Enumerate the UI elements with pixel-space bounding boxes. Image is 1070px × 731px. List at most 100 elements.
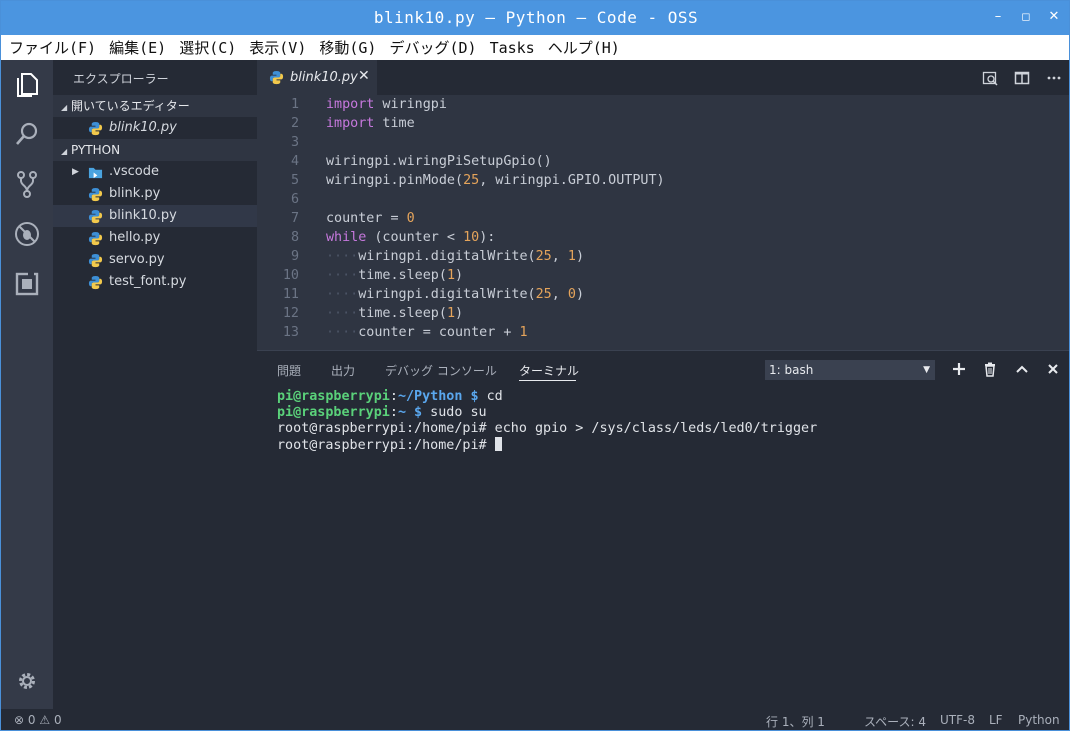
vscode-window: blink10.py — Python — Code - OSS – ◻ ✕ フ… [0,0,1070,731]
minimize-button[interactable]: – [988,7,1008,27]
menu-debug[interactable]: デバッグ(D) [389,37,476,58]
tree-item-file[interactable]: hello.py [53,227,257,249]
chevron-down-icon: ◢ [61,147,68,156]
bottom-panel: 問題 出力 デバッグ コンソール ターミナル 1: bash ▼ pi@rasp… [257,350,1069,709]
explorer-sidebar: エクスプローラー ◢ 開いているエディター blink10.py ◢ PYTHON … [53,60,257,709]
close-window-button[interactable]: ✕ [1044,7,1064,27]
terminal-output[interactable]: pi@raspberrypi:~/Python $ cd pi@raspberr… [277,389,817,453]
python-file-icon [88,253,103,268]
active-tab-indicator [519,380,576,381]
menu-selection[interactable]: 選択(C) [179,37,236,58]
code-line: wiringpi.pinMode(25, wiringpi.GPIO.OUTPU… [326,173,665,188]
code-line: ····time.sleep(1) [326,268,464,283]
tab-label: blink10.py [290,70,358,85]
terminal-line: pi@raspberrypi:~/Python $ cd [277,389,503,404]
error-icon: ⊗ [14,713,25,727]
tree-item-vscode-folder[interactable]: ▶ .vscode [53,161,257,183]
tree-item-file-selected[interactable]: blink10.py [53,205,257,227]
tree-item-file[interactable]: blink.py [53,183,257,205]
menu-go[interactable]: 移動(G) [319,37,376,58]
open-editor-item[interactable]: blink10.py [53,117,257,139]
code-line: import wiringpi [326,97,447,112]
chevron-right-icon: ▶ [72,167,79,177]
split-editor-icon[interactable] [1014,70,1030,86]
window-title: blink10.py — Python — Code - OSS [373,8,699,27]
terminal-line: pi@raspberrypi:~ $ sudo su [277,405,487,420]
open-changes-icon[interactable] [982,70,998,86]
settings-gear-icon[interactable] [15,669,39,693]
warning-icon: ⚠ [39,713,51,727]
open-editors-section[interactable]: ◢ 開いているエディター [53,95,257,117]
more-actions-icon[interactable] [1046,70,1062,86]
line-number: 6 [290,192,299,207]
menu-file[interactable]: ファイル(F) [9,37,96,58]
python-folder-section[interactable]: ◢ PYTHON [53,139,257,161]
line-number: 2 [290,116,299,131]
code-line: import time [326,116,415,131]
code-line: wiringpi.wiringPiSetupGpio() [326,154,552,169]
close-panel-icon[interactable] [1045,361,1061,377]
code-line: counter = 0 [326,211,415,226]
close-tab-icon[interactable]: ✕ [358,68,370,84]
trash-icon[interactable] [982,361,998,377]
line-number: 8 [290,230,299,245]
code-editor[interactable]: 1 2 3 4 5 6 7 8 9 10 11 12 13 import wir… [257,95,1069,350]
maximize-button[interactable]: ◻ [1016,7,1036,27]
tab-terminal[interactable]: ターミナル [519,362,579,379]
terminal-line: root@raspberrypi:/home/pi# [277,437,817,453]
title-bar: blink10.py — Python — Code - OSS – ◻ ✕ [1,1,1069,35]
code-line: ····wiringpi.digitalWrite(25, 1) [326,249,584,264]
indentation-status[interactable]: スペース: 4 [864,713,926,730]
eol-status[interactable]: LF [989,713,1003,727]
code-line: ····wiringpi.digitalWrite(25, 0) [326,287,584,302]
problems-status[interactable]: ⊗ 0 ⚠ 0 [14,713,62,727]
terminal-cursor [494,437,502,451]
tab-debug-console[interactable]: デバッグ コンソール [385,362,497,379]
encoding-status[interactable]: UTF-8 [940,713,975,727]
menu-bar: ファイル(F) 編集(E) 選択(C) 表示(V) 移動(G) デバッグ(D) … [1,35,1069,60]
tree-item-file[interactable]: servo.py [53,249,257,271]
tab-blink10[interactable]: blink10.py ✕ [257,60,377,95]
source-control-icon[interactable] [11,168,43,200]
activity-bar [1,60,53,709]
extensions-icon[interactable] [11,268,43,300]
line-number: 13 [282,325,299,340]
code-line: ····time.sleep(1) [326,306,464,321]
debug-icon[interactable] [11,218,43,250]
explorer-icon[interactable] [11,68,43,100]
line-number: 4 [290,154,299,169]
terminal-line: root@raspberrypi:/home/pi# echo gpio > /… [277,421,818,436]
search-icon[interactable] [11,118,43,150]
dropdown-arrow-icon: ▼ [923,365,930,375]
new-terminal-icon[interactable] [951,361,967,377]
python-file-icon [88,231,103,246]
language-status[interactable]: Python [1018,713,1060,727]
status-bar: ⊗ 0 ⚠ 0 行 1、列 1 スペース: 4 UTF-8 LF Python [1,709,1069,730]
menu-view[interactable]: 表示(V) [249,37,306,58]
line-number: 7 [290,211,299,226]
python-file-icon [88,275,103,290]
chevron-up-icon[interactable] [1014,361,1030,377]
line-number: 9 [290,249,299,264]
python-file-icon [269,70,284,85]
menu-help[interactable]: ヘルプ(H) [548,37,620,58]
code-line: ····counter = counter + 1 [326,325,528,340]
code-line: while (counter < 10): [326,230,496,245]
python-file-icon [88,187,103,202]
line-number: 3 [290,135,299,150]
vscode-folder-icon [88,167,103,179]
cursor-position[interactable]: 行 1、列 1 [766,713,825,730]
tree-item-file[interactable]: test_font.py [53,271,257,293]
chevron-down-icon: ◢ [61,103,68,112]
menu-edit[interactable]: 編集(E) [109,37,166,58]
tab-output[interactable]: 出力 [331,362,355,379]
tab-problems[interactable]: 問題 [277,362,301,379]
line-number: 12 [282,306,299,321]
editor-tabs: blink10.py ✕ [257,60,1069,95]
python-file-icon [88,121,103,136]
line-number: 10 [282,268,299,283]
python-file-icon [88,209,103,224]
terminal-select[interactable]: 1: bash ▼ [765,360,935,380]
line-number: 11 [282,287,299,302]
menu-tasks[interactable]: Tasks [490,39,535,57]
